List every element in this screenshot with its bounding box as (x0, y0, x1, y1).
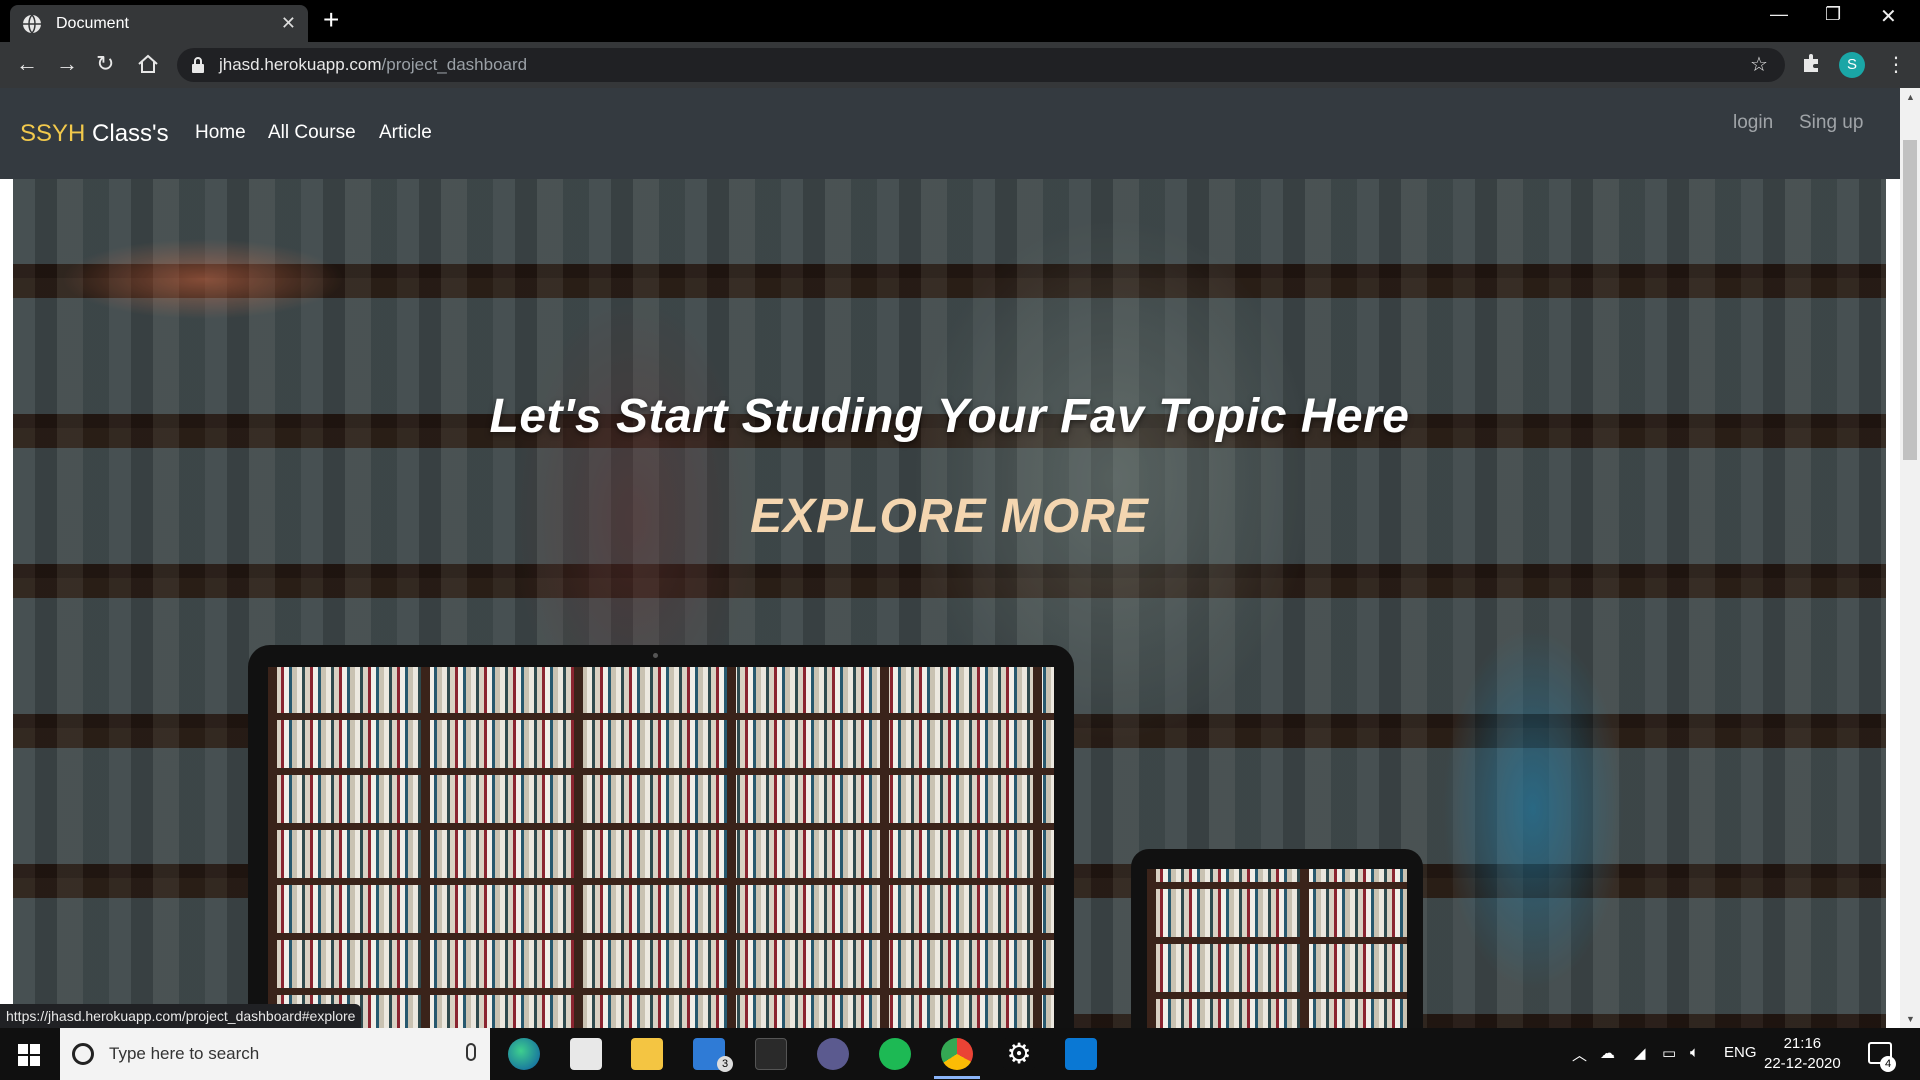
explore-more-link[interactable]: EXPLORE MORE (13, 489, 1886, 544)
back-icon[interactable]: ← (16, 52, 38, 76)
tray-chevron-up-icon[interactable]: ︿ (1572, 1044, 1587, 1065)
windows-taskbar: Type here to search 3 ⚙ ︿ ☁ ◢ ▭ 🔈︎ ENG 2… (0, 1028, 1920, 1080)
language-indicator[interactable]: ENG (1724, 1044, 1757, 1061)
new-tab-button[interactable]: + (323, 6, 339, 34)
notification-count-badge: 4 (1880, 1056, 1896, 1072)
home-icon[interactable] (137, 54, 159, 74)
bookshelf-screen (268, 667, 1054, 1028)
clock-date: 22-12-2020 (1764, 1055, 1841, 1072)
nav-home-link[interactable]: Home (195, 122, 246, 144)
site-brand[interactable]: SSYH Class's (20, 120, 169, 148)
cortana-icon (72, 1043, 94, 1065)
nav-all-course-link[interactable]: All Course (268, 122, 356, 144)
nav-article-link[interactable]: Article (379, 122, 432, 144)
hero-banner: Let's Start Studing Your Fav Topic Here … (13, 179, 1886, 1028)
minimize-icon[interactable]: ― (1770, 4, 1788, 25)
close-window-icon[interactable]: ✕ (1880, 4, 1897, 29)
reload-icon[interactable]: ↻ (96, 52, 114, 76)
browser-tab-strip: Document ✕ + ― ❐ ✕ (0, 0, 1920, 42)
restore-icon[interactable]: ❐ (1825, 4, 1841, 25)
forward-icon[interactable]: → (56, 52, 78, 76)
site-navbar: SSYH Class's Home All Course Article log… (0, 88, 1900, 179)
app-swirl-icon[interactable] (817, 1038, 849, 1070)
system-clock[interactable]: 21:16 22-12-2020 (1764, 1034, 1841, 1074)
brand-rest: Class's (85, 120, 169, 147)
brand-accent: SSYH (20, 120, 86, 147)
spotify-icon[interactable] (879, 1038, 911, 1070)
browser-tab[interactable]: Document ✕ (10, 5, 308, 42)
file-explorer-icon[interactable] (631, 1038, 663, 1070)
taskbar-search[interactable]: Type here to search (60, 1028, 490, 1080)
edge-icon[interactable] (508, 1038, 540, 1070)
predator-sense-icon[interactable] (755, 1038, 787, 1070)
scroll-down-icon[interactable]: ▼ (1906, 1014, 1915, 1024)
lock-icon (192, 57, 204, 73)
tab-title: Document (56, 14, 129, 32)
clock-time: 21:16 (1783, 1035, 1822, 1052)
extensions-puzzle-icon[interactable] (1800, 53, 1822, 75)
volume-icon[interactable]: 🔈︎ (1690, 1044, 1699, 1061)
web-page: SSYH Class's Home All Course Article log… (0, 88, 1920, 1028)
globe-icon (23, 13, 41, 34)
laptop-bookshelf-image (248, 645, 1074, 1028)
laptop-camera (653, 653, 658, 658)
bookmark-star-icon[interactable]: ☆ (1750, 52, 1768, 77)
scroll-up-icon[interactable]: ▲ (1906, 92, 1915, 102)
chrome-icon[interactable] (941, 1038, 973, 1070)
page-scrollbar[interactable]: ▲ ▼ (1900, 88, 1920, 1028)
windows-start-icon[interactable] (18, 1044, 40, 1066)
taskbar-search-placeholder: Type here to search (109, 1044, 260, 1063)
battery-icon[interactable]: ▭ (1662, 1044, 1676, 1062)
bookshelf-screen (1147, 869, 1407, 1028)
profile-avatar[interactable]: S (1839, 52, 1865, 78)
url-path: /project_dashboard (381, 55, 528, 74)
browser-toolbar: ← → ↻ jhasd.herokuapp.com/project_dashbo… (0, 42, 1920, 88)
mail-badge: 3 (717, 1056, 733, 1072)
address-bar[interactable]: jhasd.herokuapp.com/project_dashboard (177, 48, 1785, 82)
url-domain: jhasd.herokuapp.com (219, 55, 382, 74)
store-icon[interactable] (570, 1038, 602, 1070)
hero-title: Let's Start Studing Your Fav Topic Here (489, 390, 1410, 443)
signup-link[interactable]: Sing up (1799, 112, 1863, 134)
tab-close-icon[interactable]: ✕ (281, 13, 296, 34)
wifi-icon[interactable]: ◢ (1634, 1044, 1646, 1062)
settings-gear-icon[interactable]: ⚙ (1003, 1038, 1035, 1070)
chrome-active-indicator (934, 1076, 980, 1079)
microphone-icon[interactable] (466, 1043, 476, 1061)
login-link[interactable]: login (1733, 112, 1773, 134)
scroll-thumb[interactable] (1903, 140, 1917, 460)
tablet-bookshelf-image (1131, 849, 1423, 1028)
browser-menu-icon[interactable]: ⋮ (1886, 52, 1906, 77)
onedrive-icon[interactable]: ☁ (1600, 1044, 1615, 1062)
vscode-icon[interactable] (1065, 1038, 1097, 1070)
link-status-url: https://jhasd.herokuapp.com/project_dash… (0, 1004, 362, 1028)
